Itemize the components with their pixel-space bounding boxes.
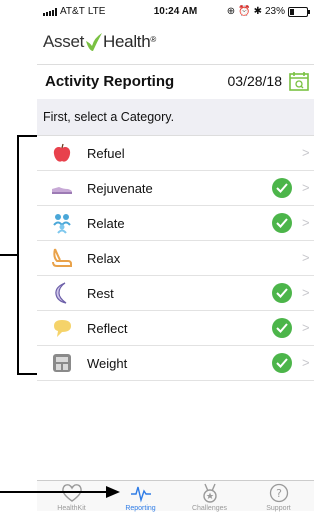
- chair-icon: [52, 248, 72, 267]
- category-row-rest[interactable]: Rest >: [37, 276, 314, 311]
- chevron-right-icon: >: [302, 320, 310, 335]
- tab-label: Reporting: [125, 505, 156, 512]
- chevron-right-icon: >: [302, 215, 310, 230]
- shoe-icon: [52, 187, 72, 194]
- medal-icon: [203, 483, 217, 503]
- category-row-weight[interactable]: Weight >: [37, 346, 314, 381]
- svg-text:?: ?: [276, 487, 282, 500]
- category-label: Weight: [87, 356, 128, 371]
- battery-icon: [288, 6, 310, 17]
- chevron-right-icon: >: [302, 180, 310, 195]
- status-bar: AT&T LTE 10:24 AM ⊕ ⏰ ✱ 23%: [37, 0, 314, 22]
- phone-screen: AT&T LTE 10:24 AM ⊕ ⏰ ✱ 23% Asset Health…: [37, 0, 314, 512]
- category-label: Rest: [87, 286, 114, 301]
- calendar-icon[interactable]: [288, 70, 310, 92]
- asset-health-logo: Asset Health ®: [43, 32, 156, 52]
- annotation-bracket: [17, 135, 37, 375]
- completed-check-icon: [272, 353, 292, 373]
- tab-label: Challenges: [191, 505, 228, 512]
- chevron-right-icon: >: [302, 355, 310, 370]
- chevron-right-icon: >: [302, 285, 310, 300]
- page-title: Activity Reporting: [45, 73, 175, 90]
- speech-bubble-icon: [54, 320, 71, 337]
- completed-check-icon: [272, 178, 292, 198]
- category-label: Rejuvenate: [87, 181, 153, 196]
- status-right: ⊕ ⏰ ✱ 23%: [226, 6, 310, 17]
- category-prompt: First, select a Category.: [43, 110, 175, 124]
- category-prompt-bar: First, select a Category.: [37, 99, 314, 136]
- tab-label: Support: [266, 505, 291, 512]
- tab-label: HealthKit: [57, 505, 86, 512]
- category-list: Refuel > Rejuvenate > Relate > Relax > R…: [37, 136, 314, 381]
- bluetooth-icon: ✱: [253, 6, 262, 17]
- category-label: Relate: [87, 216, 125, 231]
- category-row-relate[interactable]: Relate >: [37, 206, 314, 241]
- chevron-right-icon: >: [302, 250, 310, 265]
- annotation-bracket-stub: [0, 254, 17, 256]
- logo-text-health: Health: [103, 32, 151, 51]
- help-icon: ?: [269, 483, 289, 503]
- category-row-relax[interactable]: Relax >: [37, 241, 314, 276]
- logo-text-asset: Asset: [43, 32, 85, 51]
- completed-check-icon: [272, 213, 292, 233]
- category-label: Relax: [87, 251, 121, 266]
- category-label: Refuel: [87, 146, 125, 161]
- alarm-icon: ⏰: [238, 6, 251, 17]
- apple-icon: [53, 143, 71, 162]
- category-row-refuel[interactable]: Refuel >: [37, 136, 314, 171]
- category-row-rejuvenate[interactable]: Rejuvenate >: [37, 171, 314, 206]
- battery-percent: 23%: [264, 6, 285, 17]
- report-date[interactable]: 03/28/18: [228, 73, 283, 89]
- location-icon: ⊕: [226, 6, 236, 17]
- completed-check-icon: [272, 283, 292, 303]
- tab-challenges[interactable]: Challenges: [175, 481, 244, 512]
- logo-trademark: ®: [150, 35, 156, 44]
- annotation-arrow-icon: [0, 486, 120, 498]
- leaf-icon: [86, 33, 103, 51]
- chevron-right-icon: >: [302, 145, 310, 160]
- scale-icon: [53, 354, 71, 372]
- category-label: Reflect: [87, 321, 128, 336]
- pulse-icon: [131, 486, 151, 503]
- tab-support[interactable]: ? Support: [244, 481, 313, 512]
- page-header: Activity Reporting 03/28/18: [37, 64, 314, 100]
- people-icon: [53, 214, 71, 234]
- category-row-reflect[interactable]: Reflect >: [37, 311, 314, 346]
- moon-icon: [55, 282, 67, 304]
- completed-check-icon: [272, 318, 292, 338]
